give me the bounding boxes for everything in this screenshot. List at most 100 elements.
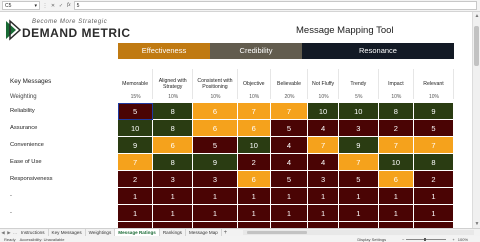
rating-cell[interactable]: 1 (118, 188, 154, 205)
zoom-slider-knob[interactable] (424, 237, 427, 241)
rating-cell[interactable]: 5 (270, 120, 309, 137)
rating-cell[interactable]: 8 (414, 154, 454, 171)
rating-cell[interactable]: 1 (153, 205, 194, 222)
rating-cell[interactable]: 4 (270, 154, 309, 171)
horizontal-scrollbar[interactable] (242, 230, 474, 235)
rating-cell[interactable]: 4 (308, 120, 339, 137)
rating-cell[interactable]: 6 (237, 120, 271, 137)
weight-cell[interactable]: 20% (271, 92, 309, 102)
more-options-icon[interactable]: ⋮ (42, 3, 48, 9)
weight-cell[interactable]: 10% (193, 92, 238, 102)
rating-cell[interactable]: 3 (338, 120, 379, 137)
rating-cell[interactable]: 10 (308, 103, 339, 120)
add-sheet-icon[interactable]: + (222, 230, 229, 236)
rating-cell[interactable]: 1 (270, 205, 309, 222)
message-label[interactable]: Convenience (10, 137, 115, 154)
message-label[interactable]: Assurance (10, 120, 115, 137)
rating-cell[interactable]: 10 (237, 137, 271, 154)
accessibility-status[interactable]: Accessibility: Unavailable (20, 237, 65, 242)
rating-cell[interactable]: 5 (338, 171, 379, 188)
zoom-slider[interactable] (406, 237, 447, 241)
rating-cell[interactable]: 2 (118, 171, 154, 188)
rating-cell[interactable]: 5 (118, 103, 154, 120)
rating-cell[interactable]: 1 (338, 188, 379, 205)
rating-cell[interactable]: 1 (270, 188, 309, 205)
name-box[interactable]: C5 ▾ (2, 1, 40, 10)
rating-cell[interactable]: 4 (270, 137, 309, 154)
rating-cell[interactable]: 4 (308, 154, 339, 171)
display-settings-button[interactable]: Display Settings (357, 237, 386, 242)
rating-cell[interactable]: 1 (237, 205, 271, 222)
zoom-level[interactable]: 100% (458, 237, 468, 242)
rating-cell[interactable]: 6 (378, 171, 414, 188)
rating-cell[interactable]: 9 (338, 137, 379, 154)
chevron-down-icon[interactable]: ▾ (34, 3, 37, 9)
rating-cell[interactable]: 7 (378, 137, 414, 154)
rating-cell[interactable]: 10 (338, 103, 379, 120)
rating-cell[interactable]: 7 (270, 103, 309, 120)
rating-cell[interactable]: 9 (193, 154, 238, 171)
rating-cell[interactable]: 5 (270, 171, 309, 188)
rating-cell[interactable]: 2 (378, 120, 414, 137)
rating-cell[interactable]: 1 (237, 188, 271, 205)
rating-cell[interactable]: 7 (414, 137, 454, 154)
vertical-scrollbar[interactable]: ▲ ▼ (472, 12, 480, 228)
rating-cell[interactable]: 1 (338, 205, 379, 222)
rating-cell[interactable]: 1 (414, 205, 454, 222)
rating-cell[interactable]: 9 (414, 103, 454, 120)
message-label[interactable]: Responsiveness (10, 171, 115, 188)
rating-cell[interactable]: 7 (118, 154, 154, 171)
rating-cell[interactable]: 3 (193, 171, 238, 188)
weight-cell[interactable]: 15% (118, 92, 153, 102)
rating-cell[interactable]: 8 (153, 120, 194, 137)
rating-cell[interactable]: 3 (153, 171, 194, 188)
rating-cell[interactable]: 1 (308, 188, 339, 205)
rating-cell[interactable]: 3 (308, 171, 339, 188)
rating-cell[interactable]: 2 (237, 154, 271, 171)
weight-cell[interactable]: 10% (238, 92, 271, 102)
rating-cell[interactable]: 10 (118, 120, 154, 137)
weight-cell[interactable]: 5% (339, 92, 379, 102)
rating-cell[interactable]: 7 (308, 137, 339, 154)
rating-cell[interactable]: 1 (118, 205, 154, 222)
rating-cell[interactable]: 5 (193, 137, 238, 154)
weight-cell[interactable]: 10% (153, 92, 193, 102)
message-label[interactable]: Ease of Use (10, 154, 115, 171)
weight-cell[interactable]: 10% (414, 92, 454, 102)
rating-cell[interactable]: 10 (378, 154, 414, 171)
weight-cell[interactable]: 10% (379, 92, 414, 102)
message-label[interactable]: Reliability (10, 103, 115, 120)
rating-cell[interactable]: 6 (193, 103, 238, 120)
zoom-out-icon[interactable]: − (402, 237, 404, 242)
scroll-thumb[interactable] (474, 26, 479, 66)
rating-cell[interactable]: 8 (153, 103, 194, 120)
rating-cell[interactable]: 1 (153, 188, 194, 205)
rating-cell[interactable]: 1 (378, 205, 414, 222)
insert-function-button[interactable]: fx (67, 3, 71, 8)
rating-cell[interactable]: 1 (193, 205, 238, 222)
rating-cell[interactable]: 7 (237, 103, 271, 120)
horizontal-scroll-thumb[interactable] (246, 231, 307, 234)
rating-cell[interactable]: 6 (193, 120, 238, 137)
zoom-in-icon[interactable]: + (452, 237, 454, 242)
rating-cell[interactable]: 1 (378, 188, 414, 205)
scroll-down-icon[interactable]: ▼ (473, 220, 480, 228)
rating-cell[interactable]: 8 (378, 103, 414, 120)
enter-icon[interactable]: ✓ (58, 3, 64, 9)
rating-cell[interactable]: 6 (237, 171, 271, 188)
rating-cell[interactable]: 9 (118, 137, 154, 154)
worksheet[interactable]: Become More Strategic DEMAND METRIC Mess… (0, 12, 472, 228)
cancel-icon[interactable]: ✕ (50, 3, 56, 9)
message-label[interactable]: - (10, 188, 115, 205)
rating-cell[interactable]: 2 (414, 171, 454, 188)
rating-cell[interactable]: 1 (414, 188, 454, 205)
message-label[interactable]: - (10, 205, 115, 222)
rating-cell[interactable]: 1 (308, 205, 339, 222)
rating-cell[interactable]: 8 (153, 154, 194, 171)
rating-cell[interactable]: 6 (153, 137, 194, 154)
formula-input[interactable]: 5 (73, 1, 477, 10)
weight-cell[interactable]: 10% (308, 92, 339, 102)
rating-cell[interactable]: 7 (338, 154, 379, 171)
rating-cell[interactable]: 1 (193, 188, 238, 205)
scroll-up-icon[interactable]: ▲ (473, 12, 480, 20)
